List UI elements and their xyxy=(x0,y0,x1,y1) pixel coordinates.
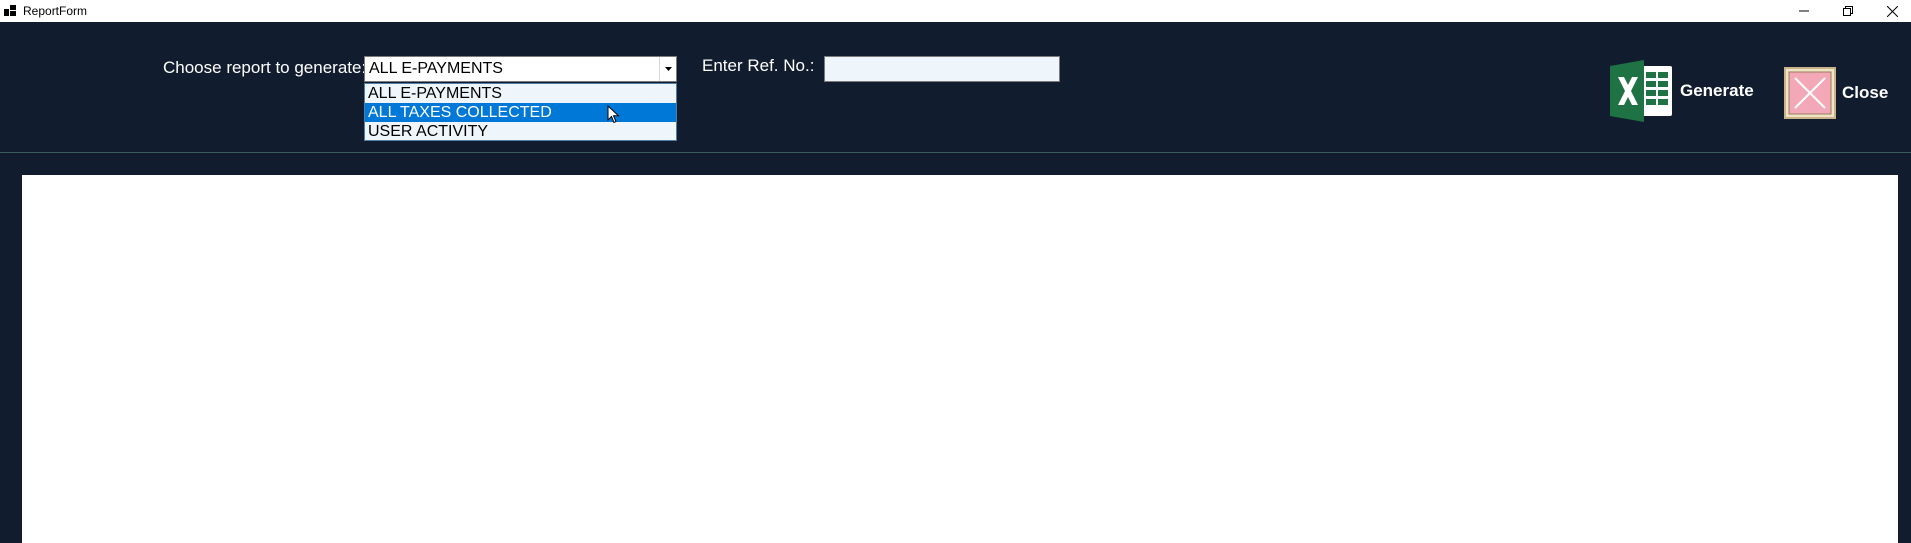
window-close-button[interactable] xyxy=(1870,0,1911,22)
generate-button[interactable]: Generate xyxy=(1610,60,1754,122)
restore-icon xyxy=(1843,6,1853,16)
minimize-icon xyxy=(1799,10,1809,12)
report-viewer-area[interactable] xyxy=(22,175,1898,543)
generate-label: Generate xyxy=(1680,81,1754,100)
chevron-down-icon xyxy=(664,67,672,71)
report-option-highlighted[interactable]: ALL TAXES COLLECTED xyxy=(365,103,676,122)
excel-icon xyxy=(1610,60,1672,122)
close-label: Close xyxy=(1842,83,1889,102)
report-dropdown-list: ALL E-PAYMENTS ALL TAXES COLLECTED USER … xyxy=(364,83,677,141)
report-label: Choose report to generate: xyxy=(163,58,367,77)
ref-label: Enter Ref. No.: xyxy=(702,56,815,75)
minimize-button[interactable] xyxy=(1782,0,1826,22)
report-select-value: ALL E-PAYMENTS xyxy=(369,60,503,77)
report-option[interactable]: ALL E-PAYMENTS xyxy=(365,84,676,103)
close-icon xyxy=(1886,5,1898,17)
restore-button[interactable] xyxy=(1826,0,1870,22)
title-bar: ReportForm xyxy=(0,0,1911,22)
report-select[interactable]: ALL E-PAYMENTS xyxy=(364,56,677,82)
report-option[interactable]: USER ACTIVITY xyxy=(365,122,676,141)
mouse-cursor-icon xyxy=(607,105,620,124)
close-button[interactable]: Close xyxy=(1784,66,1888,120)
ref-number-input[interactable] xyxy=(824,56,1060,82)
window-title: ReportForm xyxy=(23,4,88,18)
close-x-icon xyxy=(1784,67,1836,119)
app-icon xyxy=(4,5,16,16)
dropdown-arrow-button[interactable] xyxy=(659,57,676,81)
